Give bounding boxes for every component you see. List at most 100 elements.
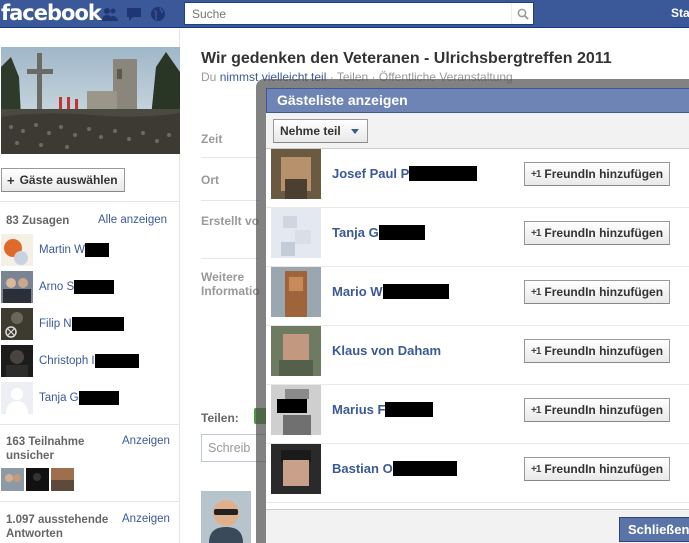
dialog-title: Gästeliste anzeigen <box>266 88 689 113</box>
place-label: Ort <box>201 173 219 187</box>
left-column: + Gäste auswählen 83 Zusagen Alle anzeig… <box>0 29 180 543</box>
guest-row: Marius F +1 FreundIn hinzufügen <box>266 385 689 444</box>
event-photo[interactable] <box>1 47 180 154</box>
close-button[interactable]: Schließen <box>619 517 689 542</box>
redaction-bar <box>385 402 434 417</box>
guest-row: Klaus von Daham +1 FreundIn hinzufügen <box>266 326 689 385</box>
share-label: Teilen: <box>201 411 239 425</box>
add-friend-button[interactable]: +1 FreundIn hinzufügen <box>524 457 671 481</box>
redaction-bar <box>378 225 425 240</box>
divider <box>201 200 261 201</box>
maybe-thumbnails <box>1 468 74 491</box>
add-friend-button[interactable]: +1 FreundIn hinzufügen <box>524 339 671 363</box>
attendee-name[interactable]: Filip N <box>39 317 124 331</box>
guest-list-dialog: Gästeliste anzeigen Nehme teil Josef Pau… <box>266 88 689 543</box>
notifications-globe-icon[interactable] <box>149 5 167 23</box>
attendee-item[interactable]: Martin W <box>1 233 181 267</box>
avatar[interactable] <box>271 444 321 494</box>
avatar[interactable] <box>1 271 33 303</box>
add-friend-button[interactable]: +1 FreundIn hinzufügen <box>524 398 671 422</box>
more-info-label: Weitere Informatio <box>201 270 260 298</box>
add-friend-icon: +1 <box>531 227 541 239</box>
avatar[interactable] <box>271 267 321 317</box>
redaction-bar <box>78 391 119 405</box>
attending-heading: 83 Zusagen <box>6 215 70 227</box>
add-friend-icon: +1 <box>531 463 541 475</box>
chevron-down-icon <box>350 128 359 134</box>
show-pending-link[interactable]: Anzeigen <box>122 513 170 525</box>
maybe-heading: 163 Teilnahme unsicher <box>6 436 85 462</box>
avatar[interactable] <box>201 491 251 543</box>
created-by-label: Erstellt vo <box>201 214 260 228</box>
top-bar: facebook Sta <box>0 0 689 28</box>
messages-icon[interactable] <box>125 5 143 23</box>
start-link[interactable]: Sta <box>671 6 689 20</box>
attendee-item[interactable]: Tanja G <box>1 381 181 415</box>
redaction-bar <box>74 280 115 294</box>
rsvp-filter-dropdown[interactable]: Nehme teil <box>273 119 368 143</box>
avatar[interactable] <box>51 468 74 491</box>
add-friend-icon: +1 <box>531 345 541 357</box>
redaction-bar <box>392 461 457 476</box>
avatar[interactable] <box>271 208 321 258</box>
add-friend-button[interactable]: +1 FreundIn hinzufügen <box>524 221 671 245</box>
show-maybe-link[interactable]: Anzeigen <box>122 435 170 447</box>
guest-name[interactable]: Bastian O <box>332 461 457 476</box>
facebook-logo[interactable]: facebook <box>1 1 102 25</box>
divider <box>201 258 261 259</box>
guest-row: Bastian O +1 FreundIn hinzufügen <box>266 444 689 503</box>
show-all-attending-link[interactable]: Alle anzeigen <box>98 214 167 226</box>
guest-name[interactable]: Josef Paul P <box>332 166 478 181</box>
friend-requests-icon[interactable] <box>101 5 119 23</box>
attendee-name[interactable]: Martin W <box>39 243 109 257</box>
redaction-bar <box>71 317 124 331</box>
avatar[interactable] <box>271 326 321 376</box>
search-icon[interactable] <box>511 3 533 24</box>
dialog-footer: Schließen <box>266 509 689 543</box>
add-friend-icon: +1 <box>531 168 541 180</box>
avatar[interactable] <box>26 468 49 491</box>
time-label: Zeit <box>201 132 223 146</box>
avatar[interactable] <box>1 345 33 377</box>
attendee-name[interactable]: Christoph I <box>39 354 139 368</box>
add-friend-icon: +1 <box>531 286 541 298</box>
add-guests-button[interactable]: + Gäste auswählen <box>1 168 125 192</box>
divider <box>201 157 261 158</box>
search-input[interactable] <box>185 3 505 24</box>
guest-row: Tanja G +1 FreundIn hinzufügen <box>266 208 689 267</box>
filter-label: Nehme teil <box>280 124 341 138</box>
divider <box>0 501 180 502</box>
add-friend-button[interactable]: +1 FreundIn hinzufügen <box>524 280 671 304</box>
search-box[interactable] <box>184 2 534 25</box>
top-icons <box>101 5 167 23</box>
redaction-bar <box>94 354 139 368</box>
guest-name[interactable]: Marius F <box>332 402 434 417</box>
guest-name[interactable]: Tanja G <box>332 225 425 240</box>
avatar[interactable] <box>1 308 33 340</box>
dialog-toolbar: Nehme teil <box>266 113 689 149</box>
add-friend-icon: +1 <box>531 404 541 416</box>
attendee-item[interactable]: Christoph I <box>1 344 181 378</box>
guest-row: Mario W +1 FreundIn hinzufügen <box>266 267 689 326</box>
attendee-item[interactable]: Arno S <box>1 270 181 304</box>
attendee-item[interactable]: Filip N <box>1 307 181 341</box>
plus-icon: + <box>7 172 15 188</box>
guest-name[interactable]: Mario W <box>332 284 449 299</box>
add-friend-button[interactable]: +1 FreundIn hinzufügen <box>524 162 671 186</box>
attendee-name[interactable]: Arno S <box>39 280 115 294</box>
add-guests-label: Gäste auswählen <box>19 173 118 187</box>
guest-list[interactable]: Josef Paul P +1 FreundIn hinzufügen Tanja… <box>266 149 689 509</box>
guest-row: Josef Paul P +1 FreundIn hinzufügen <box>266 149 689 208</box>
divider <box>0 424 180 425</box>
redaction-bar <box>382 284 449 299</box>
divider <box>0 201 180 202</box>
attendee-name[interactable]: Tanja G <box>39 391 119 405</box>
avatar[interactable] <box>271 385 321 435</box>
redaction-bar <box>85 243 109 257</box>
default-avatar[interactable] <box>1 382 33 414</box>
guest-name[interactable]: Klaus von Daham <box>332 343 441 358</box>
avatar[interactable] <box>1 234 33 266</box>
avatar[interactable] <box>271 149 321 199</box>
redaction-bar <box>409 166 478 181</box>
avatar[interactable] <box>1 468 24 491</box>
